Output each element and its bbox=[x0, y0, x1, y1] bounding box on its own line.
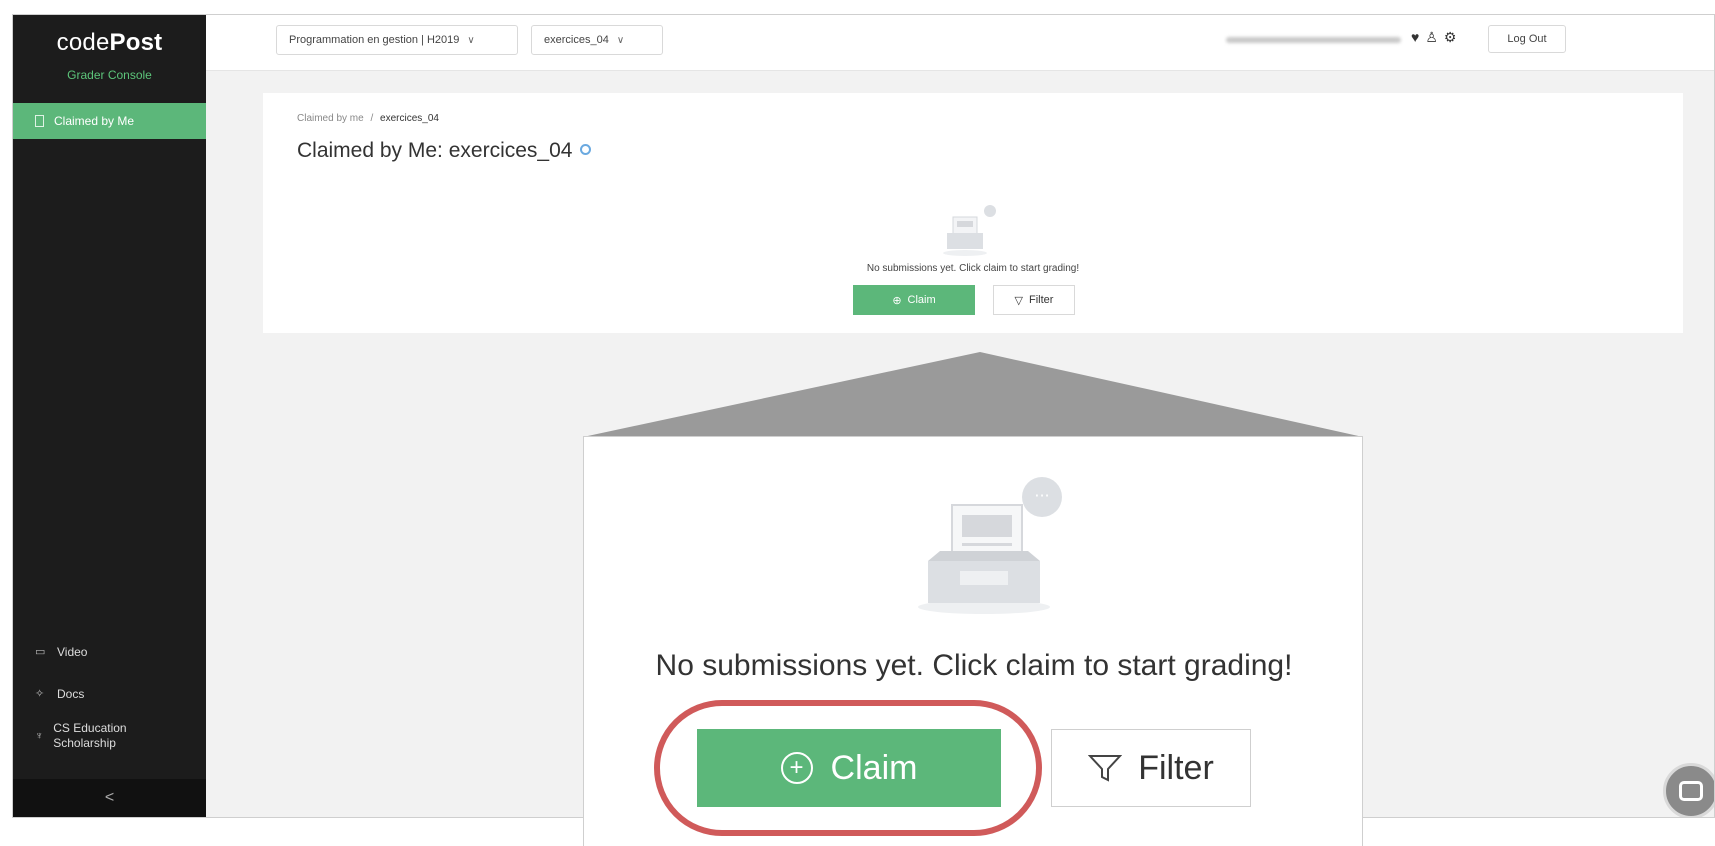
claim-highlight-ring bbox=[654, 700, 1042, 836]
zoom-filter-button-label: Filter bbox=[1138, 748, 1214, 787]
empty-inbox-icon-large: ··· bbox=[918, 477, 1062, 614]
filter-icon bbox=[1088, 755, 1123, 782]
zoom-empty-state-message: No submissions yet. Click claim to start… bbox=[655, 649, 1293, 682]
zoom-callout-panel: ··· No submissions yet. Click claim to s… bbox=[583, 436, 1363, 846]
svg-text:···: ··· bbox=[1034, 486, 1049, 505]
zoom-filter-button[interactable]: Filter bbox=[1051, 729, 1251, 807]
